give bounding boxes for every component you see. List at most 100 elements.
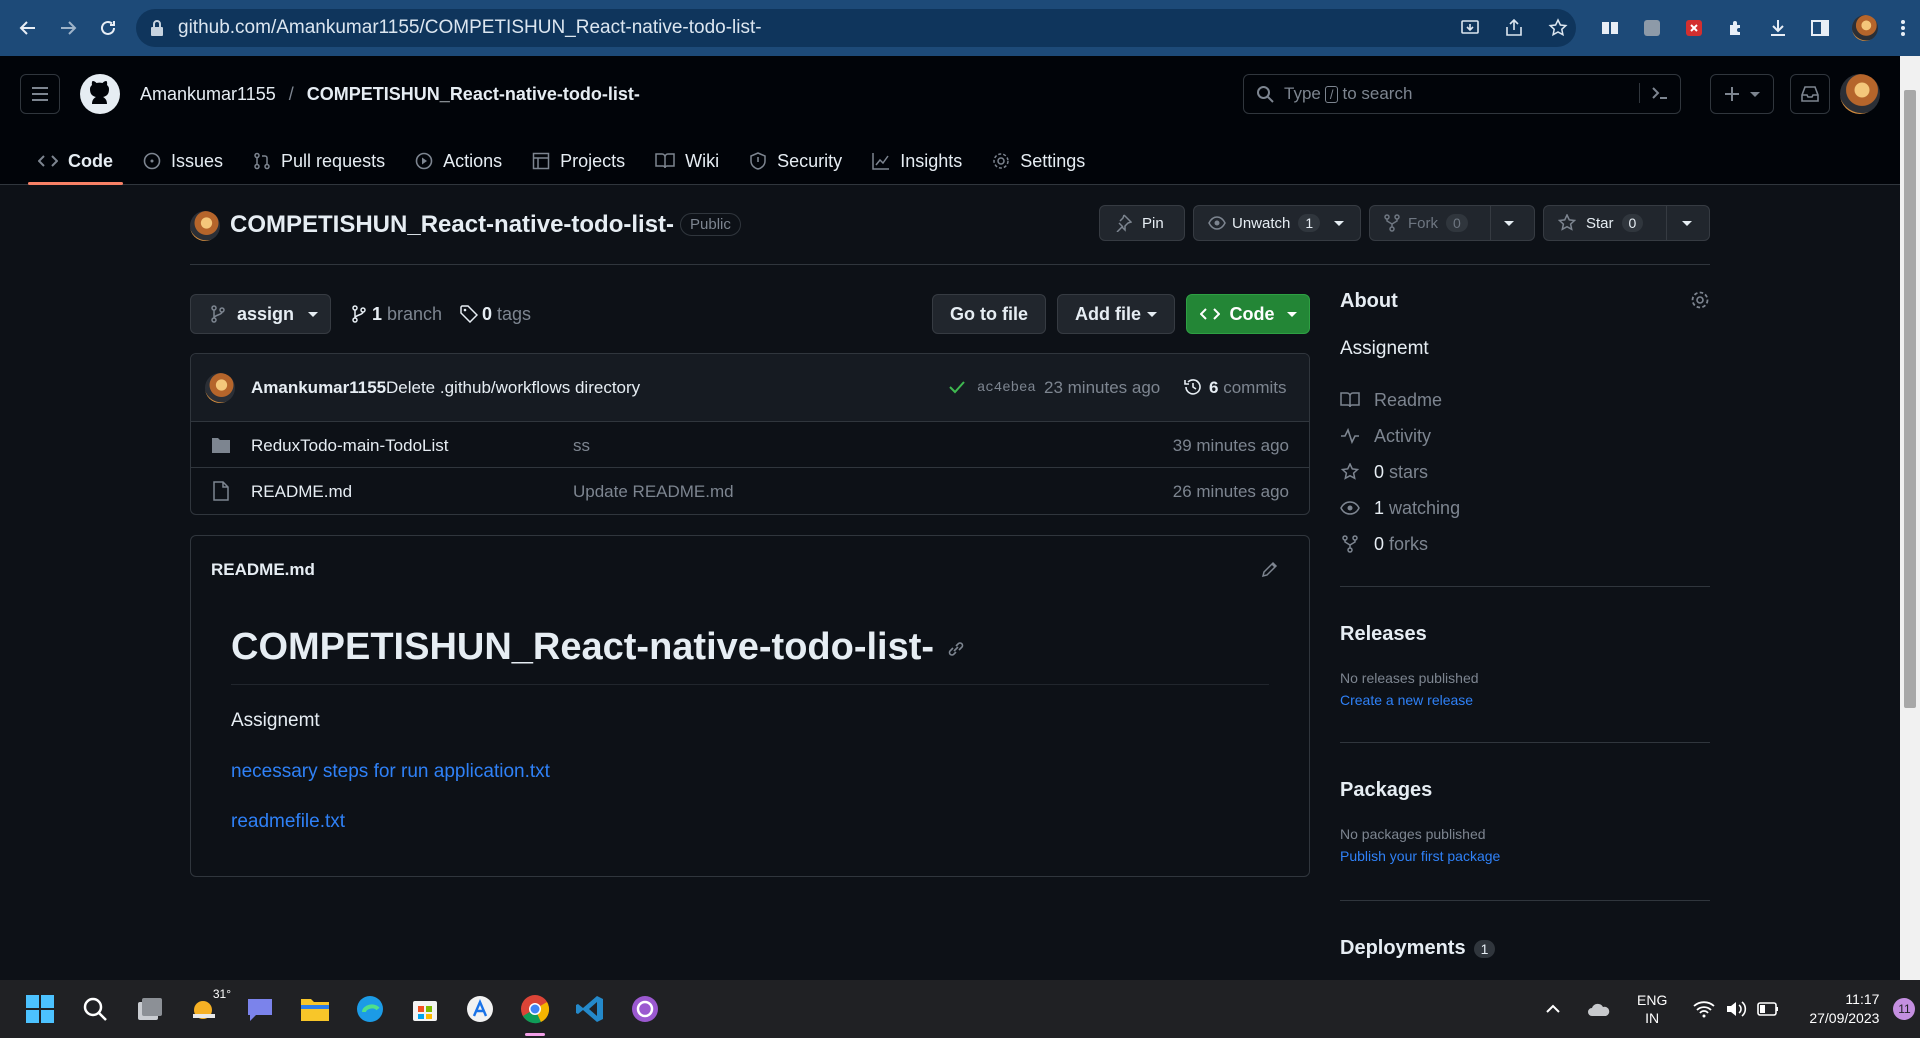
- tab-projects[interactable]: Projects: [522, 138, 635, 184]
- page-scrollbar[interactable]: [1900, 56, 1920, 980]
- deployments-heading[interactable]: Deployments: [1340, 937, 1466, 960]
- create-new-button[interactable]: [1710, 74, 1774, 114]
- teams-chat-icon[interactable]: [240, 989, 280, 1029]
- menu-kebab-icon[interactable]: [1900, 18, 1906, 38]
- clock[interactable]: 11:17 27/09/2023: [1809, 990, 1879, 1028]
- activity-link[interactable]: Activity: [1340, 418, 1710, 454]
- weather-widget-icon[interactable]: 31°: [185, 987, 231, 1029]
- search-input[interactable]: Type / to search: [1243, 74, 1681, 114]
- tab-security[interactable]: Security: [739, 138, 852, 184]
- microsoft-store-icon[interactable]: [405, 989, 445, 1029]
- edge-browser-icon[interactable]: [350, 989, 390, 1029]
- commit-message[interactable]: Delete .github/workflows directory: [386, 378, 640, 398]
- forward-icon[interactable]: [48, 8, 88, 48]
- install-icon[interactable]: [1460, 18, 1480, 38]
- forks-link[interactable]: 0 forks: [1340, 526, 1710, 562]
- inbox-button[interactable]: [1790, 74, 1830, 114]
- tab-insights[interactable]: Insights: [862, 138, 972, 184]
- file-name[interactable]: ReduxTodo-main-TodoList: [251, 436, 449, 456]
- github-desktop-icon[interactable]: [625, 989, 665, 1029]
- file-commit-message[interactable]: Update README.md: [573, 482, 734, 502]
- app-store-a-icon[interactable]: [460, 989, 500, 1029]
- volume-icon[interactable]: [1725, 1000, 1747, 1018]
- commit-author-avatar[interactable]: [205, 373, 235, 403]
- address-bar[interactable]: github.com/Amankumar1155/COMPETISHUN_Rea…: [136, 9, 1576, 47]
- chevron-up-icon[interactable]: [1545, 1004, 1561, 1014]
- owner-link[interactable]: Amankumar1155: [140, 84, 276, 104]
- file-row[interactable]: ReduxTodo-main-TodoList ss 39 minutes ag…: [191, 422, 1309, 468]
- extension-icon[interactable]: [1642, 18, 1662, 38]
- scrollbar-thumb[interactable]: [1904, 90, 1916, 708]
- reading-list-icon[interactable]: [1600, 18, 1620, 38]
- readme-link-readmefile[interactable]: readmefile.txt: [231, 811, 345, 833]
- language-code: ENG: [1637, 992, 1668, 1008]
- releases-heading[interactable]: Releases: [1340, 623, 1710, 646]
- unwatch-button[interactable]: Unwatch 1: [1193, 205, 1361, 241]
- commit-author[interactable]: Amankumar1155: [251, 378, 386, 398]
- tab-issues[interactable]: Issues: [133, 138, 233, 184]
- file-commit-message[interactable]: ss: [573, 436, 590, 456]
- battery-icon[interactable]: [1757, 1002, 1779, 1016]
- downloads-icon[interactable]: [1768, 18, 1788, 38]
- chevron-down-icon: [1334, 220, 1345, 226]
- tab-settings[interactable]: Settings: [982, 138, 1095, 184]
- chrome-browser-icon[interactable]: [515, 989, 555, 1036]
- wifi-icon[interactable]: [1693, 1000, 1715, 1018]
- tab-actions[interactable]: Actions: [405, 138, 512, 184]
- fork-button[interactable]: Fork 0: [1369, 205, 1535, 241]
- commits-link[interactable]: 6 commits: [1209, 378, 1286, 398]
- unwatch-label: Unwatch: [1232, 214, 1291, 232]
- file-row[interactable]: README.md Update README.md 26 minutes ag…: [191, 468, 1309, 514]
- share-icon[interactable]: [1504, 18, 1524, 38]
- language-indicator[interactable]: ENG IN: [1637, 991, 1667, 1027]
- user-avatar[interactable]: [1840, 74, 1880, 114]
- browser-toolbar: github.com/Amankumar1155/COMPETISHUN_Rea…: [0, 0, 1920, 56]
- watching-link[interactable]: 1 watching: [1340, 490, 1710, 526]
- tags-link[interactable]: 0 tags: [460, 294, 531, 334]
- readme-divider: [231, 684, 1269, 685]
- tab-wiki[interactable]: Wiki: [645, 138, 729, 184]
- onedrive-cloud-icon[interactable]: [1587, 1001, 1611, 1017]
- windows-start-icon[interactable]: [20, 989, 60, 1029]
- readme-link[interactable]: Readme: [1340, 382, 1710, 418]
- tab-code[interactable]: Code: [28, 138, 123, 185]
- repo-owner-avatar[interactable]: [190, 211, 220, 241]
- anchor-link-icon[interactable]: [946, 640, 966, 658]
- taskbar-search-icon[interactable]: [75, 989, 115, 1029]
- reload-icon[interactable]: [88, 8, 128, 48]
- notification-badge[interactable]: 11: [1893, 998, 1916, 1020]
- stars-link[interactable]: 0 stars: [1340, 454, 1710, 490]
- back-icon[interactable]: [8, 8, 48, 48]
- vscode-icon[interactable]: [570, 989, 610, 1029]
- hamburger-menu-button[interactable]: [20, 74, 60, 114]
- side-panel-icon[interactable]: [1810, 18, 1830, 38]
- tab-pull-requests[interactable]: Pull requests: [243, 138, 395, 184]
- add-file-button[interactable]: Add file: [1057, 294, 1175, 334]
- check-icon[interactable]: [948, 379, 966, 395]
- create-release-link[interactable]: Create a new release: [1340, 692, 1473, 708]
- extension-red-icon[interactable]: [1684, 18, 1704, 38]
- repo-title[interactable]: COMPETISHUN_React-native-todo-list-: [230, 211, 674, 239]
- gear-icon[interactable]: [1690, 290, 1710, 310]
- file-explorer-icon[interactable]: [295, 989, 335, 1029]
- command-palette-icon[interactable]: [1639, 83, 1670, 103]
- publish-package-link[interactable]: Publish your first package: [1340, 848, 1500, 864]
- go-to-file-button[interactable]: Go to file: [932, 294, 1046, 334]
- readme-filename[interactable]: README.md: [211, 560, 315, 580]
- packages-heading[interactable]: Packages: [1340, 779, 1710, 802]
- readme-link-steps[interactable]: necessary steps for run application.txt: [231, 761, 550, 783]
- bookmark-star-icon[interactable]: [1548, 18, 1568, 38]
- branches-link[interactable]: 1 branch: [352, 294, 442, 334]
- code-dropdown-button[interactable]: Code: [1186, 294, 1310, 334]
- github-logo-icon[interactable]: [80, 74, 120, 114]
- commit-sha[interactable]: ac4ebea: [977, 380, 1036, 396]
- profile-avatar[interactable]: [1852, 15, 1878, 41]
- pin-button[interactable]: Pin: [1099, 205, 1185, 241]
- task-view-icon[interactable]: [130, 989, 170, 1029]
- star-button[interactable]: Star 0: [1543, 205, 1710, 241]
- edit-pencil-icon[interactable]: [1261, 560, 1279, 578]
- branch-select-button[interactable]: assign: [190, 294, 331, 334]
- file-name[interactable]: README.md: [251, 482, 352, 502]
- repo-link[interactable]: COMPETISHUN_React-native-todo-list-: [307, 84, 640, 104]
- extensions-puzzle-icon[interactable]: [1726, 18, 1746, 38]
